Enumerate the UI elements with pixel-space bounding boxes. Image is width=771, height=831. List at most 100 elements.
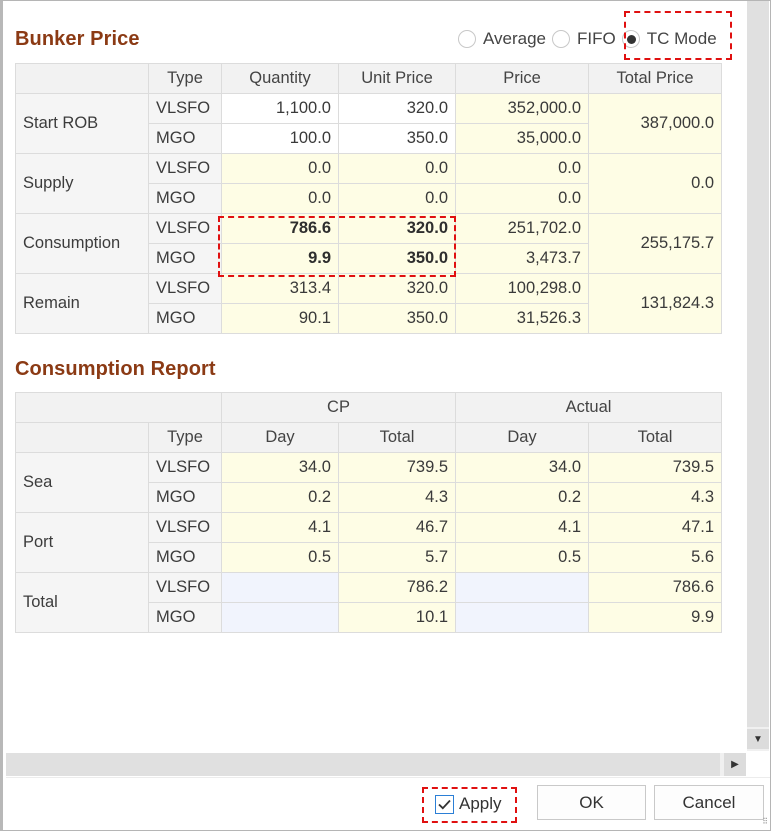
group-header-actual: Actual — [455, 392, 723, 423]
price-cell[interactable]: 0.0 — [455, 153, 589, 184]
group-label-port: Port — [15, 512, 149, 573]
bunker-price-table: Type Quantity Unit Price Price Total Pri… — [15, 63, 722, 334]
group-label-supply: Supply — [15, 153, 149, 214]
header-quantity: Quantity — [221, 63, 339, 94]
table-row: Supply VLSFO 0.0 0.0 0.0 0.0 — [15, 153, 722, 214]
radio-fifo[interactable]: FIFO — [552, 29, 616, 49]
price-cell[interactable]: 251,702.0 — [455, 213, 589, 244]
group-label-start-rob: Start ROB — [15, 93, 149, 154]
quantity-cell[interactable]: 0.0 — [221, 153, 339, 184]
unit-price-cell[interactable]: 350.0 — [338, 123, 456, 154]
group-header-cp: CP — [220, 392, 457, 423]
quantity-cell[interactable]: 90.1 — [221, 303, 339, 334]
type-cell: MGO — [148, 482, 222, 513]
horizontal-scrollbar[interactable]: ▶ — [6, 753, 746, 776]
quantity-cell[interactable]: 0.0 — [221, 183, 339, 214]
consumption-report-title: Consumption Report — [15, 358, 216, 380]
cp-day-cell[interactable]: 0.2 — [221, 482, 339, 513]
total-price-cell[interactable]: 387,000.0 — [588, 93, 722, 154]
price-cell[interactable]: 3,473.7 — [455, 243, 589, 274]
cp-day-cell[interactable]: 0.5 — [221, 542, 339, 573]
resize-grip-icon[interactable]: ⠿ — [758, 818, 768, 828]
footer-divider — [6, 777, 770, 778]
radio-average[interactable]: Average — [458, 29, 546, 49]
group-label-remain: Remain — [15, 273, 149, 334]
cp-total-cell[interactable]: 46.7 — [337, 512, 457, 543]
cp-total-cell[interactable]: 786.2 — [337, 572, 457, 603]
actual-total-cell[interactable]: 47.1 — [588, 512, 723, 543]
quantity-cell[interactable]: 786.6 — [221, 213, 339, 244]
actual-day-cell[interactable]: 0.2 — [455, 482, 590, 513]
header-price: Price — [455, 63, 589, 94]
unit-price-cell[interactable]: 350.0 — [338, 303, 456, 334]
header-unit-price: Unit Price — [338, 63, 456, 94]
actual-total-cell[interactable]: 9.9 — [588, 602, 723, 633]
price-cell[interactable]: 352,000.0 — [455, 93, 589, 124]
cp-day-cell[interactable]: 4.1 — [221, 512, 339, 543]
actual-day-cell[interactable]: 4.1 — [455, 512, 590, 543]
cp-day-cell — [221, 602, 339, 633]
price-cell[interactable]: 100,298.0 — [455, 273, 589, 304]
header-blank — [15, 422, 149, 453]
ok-button[interactable]: OK — [537, 785, 646, 820]
type-cell: VLSFO — [148, 93, 222, 124]
cp-total-cell[interactable]: 5.7 — [337, 542, 457, 573]
total-price-cell[interactable]: 0.0 — [588, 153, 722, 214]
actual-total-cell[interactable]: 5.6 — [588, 542, 723, 573]
group-header-blank — [15, 392, 222, 423]
type-cell: VLSFO — [148, 572, 222, 603]
vertical-scrollbar-thumb[interactable] — [747, 1, 769, 727]
type-cell: MGO — [148, 243, 222, 274]
bunker-price-header-row: Type Quantity Unit Price Price Total Pri… — [15, 63, 722, 94]
apply-checkbox[interactable]: Apply — [435, 791, 502, 817]
cp-total-cell[interactable]: 739.5 — [337, 452, 457, 483]
actual-total-cell[interactable]: 739.5 — [588, 452, 723, 483]
total-price-cell[interactable]: 131,824.3 — [588, 273, 722, 334]
cp-total-cell[interactable]: 4.3 — [337, 482, 457, 513]
unit-price-cell[interactable]: 320.0 — [338, 273, 456, 304]
unit-price-cell[interactable]: 0.0 — [338, 183, 456, 214]
horizontal-scrollbar-thumb[interactable] — [6, 753, 720, 776]
type-cell: VLSFO — [148, 273, 222, 304]
type-cell: MGO — [148, 183, 222, 214]
unit-price-cell[interactable]: 320.0 — [338, 213, 456, 244]
price-cell[interactable]: 0.0 — [455, 183, 589, 214]
table-row: Start ROB VLSFO 1,100.0 320.0 352,000.0 … — [15, 93, 722, 154]
price-cell[interactable]: 35,000.0 — [455, 123, 589, 154]
table-row: Port VLSFO 4.1 46.7 4.1 47.1 — [15, 512, 723, 573]
radio-fifo-circle-icon[interactable] — [552, 30, 571, 48]
header-blank — [15, 63, 149, 94]
total-price-cell[interactable]: 255,175.7 — [588, 213, 722, 274]
vertical-scrollbar[interactable]: ▼ — [747, 1, 769, 751]
quantity-cell[interactable]: 100.0 — [221, 123, 339, 154]
radio-tc-mode[interactable]: TC Mode — [621, 29, 717, 49]
cancel-button[interactable]: Cancel — [654, 785, 764, 820]
actual-total-cell[interactable]: 4.3 — [588, 482, 723, 513]
actual-total-cell[interactable]: 786.6 — [588, 572, 723, 603]
price-cell[interactable]: 31,526.3 — [455, 303, 589, 334]
cp-day-cell — [221, 572, 339, 603]
type-cell: MGO — [148, 123, 222, 154]
radio-average-circle-icon[interactable] — [458, 30, 476, 48]
type-cell: MGO — [148, 602, 222, 633]
radio-tc-mode-circle-icon[interactable] — [621, 30, 640, 48]
group-header-row: CP Actual — [15, 392, 723, 423]
scroll-right-arrow-icon[interactable]: ▶ — [724, 753, 746, 776]
quantity-cell[interactable]: 9.9 — [221, 243, 339, 274]
sub-header-row: Type Day Total Day Total — [15, 422, 723, 453]
unit-price-cell[interactable]: 350.0 — [338, 243, 456, 274]
actual-day-cell[interactable]: 0.5 — [455, 542, 590, 573]
unit-price-cell[interactable]: 0.0 — [338, 153, 456, 184]
radio-fifo-label: FIFO — [577, 29, 616, 48]
quantity-cell[interactable]: 313.4 — [221, 273, 339, 304]
header-type: Type — [148, 422, 222, 453]
bunker-price-dialog: Bunker Price Average FIFO TC Mode Type Q… — [0, 0, 771, 831]
scroll-down-arrow-icon[interactable]: ▼ — [747, 729, 769, 749]
header-cp-total: Total — [337, 422, 457, 453]
unit-price-cell[interactable]: 320.0 — [338, 93, 456, 124]
actual-day-cell[interactable]: 34.0 — [455, 452, 590, 483]
quantity-cell[interactable]: 1,100.0 — [221, 93, 339, 124]
checkbox-checked-icon[interactable] — [435, 794, 454, 814]
cp-total-cell[interactable]: 10.1 — [337, 602, 457, 633]
cp-day-cell[interactable]: 34.0 — [221, 452, 339, 483]
